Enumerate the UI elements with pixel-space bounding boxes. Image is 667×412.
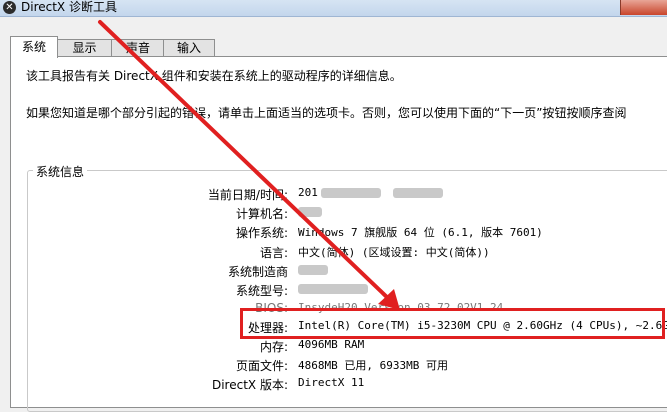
arrow-shaft <box>98 20 394 304</box>
annotation-arrow <box>98 20 400 310</box>
tab-system[interactable]: 系统 <box>10 36 58 58</box>
